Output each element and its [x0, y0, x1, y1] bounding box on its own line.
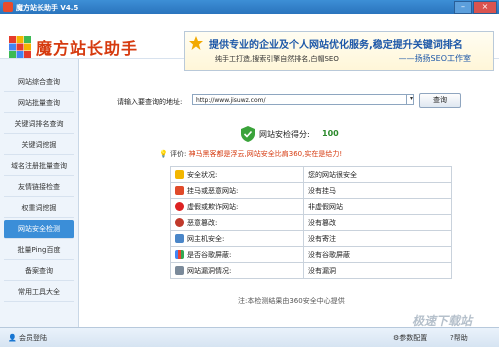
banner-headline: 提供专业的企业及个人网站优化服务,稳定提升关键词排名: [209, 40, 463, 51]
table-row: 网主机安全: 没有寄注: [170, 230, 452, 247]
score-label: 网站安检得分:: [259, 130, 310, 139]
query-button[interactable]: 查询: [419, 93, 461, 108]
sidebar-item-security-check[interactable]: 网站安全检测: [4, 220, 74, 239]
sidebar-item-site-overview[interactable]: 网站综合查询: [4, 73, 74, 92]
row-value-cell: 没有篡改: [303, 214, 452, 231]
row-name: 安全状况:: [187, 170, 218, 179]
bulb-icon: [175, 170, 184, 179]
member-login-label: 会员登陆: [18, 334, 47, 342]
google-icon: [175, 250, 184, 259]
url-input[interactable]: http://www.jisuwz.com/: [192, 94, 414, 105]
bug-icon: [175, 266, 184, 275]
row-value-cell: 没有寄注: [303, 230, 452, 247]
window-title: 魔方站长助手 V4.5: [16, 4, 79, 12]
row-name-cell: 网主机安全:: [170, 230, 304, 247]
sidebar-item-batch-query[interactable]: 网站批量查询: [4, 94, 74, 113]
url-label: 请输入要查询的地址:: [117, 98, 183, 106]
status-bar: 👤 会员登陆 ⚙参数配置 ?帮助: [0, 327, 499, 347]
server-icon: [175, 234, 184, 243]
sidebar-item-friend-links[interactable]: 友情链接检查: [4, 178, 74, 197]
sidebar-item-domain-query[interactable]: 域名注册批量查询: [4, 157, 74, 176]
row-value-cell: 没有漏洞: [303, 262, 452, 279]
sidebar-item-keyword-mining[interactable]: 关键词挖掘: [4, 136, 74, 155]
row-name-cell: 安全状况:: [170, 166, 304, 183]
row-name: 恶意篡改:: [187, 218, 218, 227]
table-row: 安全状况: 您的网站很安全: [170, 166, 452, 183]
result-note: 注:本检测结果由360安全中心提供: [238, 297, 345, 305]
table-row: 挂马或恶意网站: 没有挂马: [170, 182, 452, 199]
sidebar-item-keyword-rank[interactable]: 关键词排名查询: [4, 115, 74, 134]
help-label: 帮助: [453, 334, 468, 342]
ad-banner[interactable]: 提供专业的企业及个人网站优化服务,稳定提升关键词排名 纯手工打造,搜索引擎自然排…: [184, 31, 494, 71]
row-value-cell: 没有谷歌屏蔽: [303, 246, 452, 263]
trojan-icon: [175, 186, 184, 195]
rubik-cube-logo-icon: [9, 36, 31, 58]
row-name-cell: 网站漏洞情况:: [170, 262, 304, 279]
window-controls: – ×: [454, 1, 497, 14]
lightbulb-icon: 💡: [159, 150, 168, 158]
evaluation-value: 神马黑客都是浮云,网站安全比肩360,实在是给力!: [188, 150, 343, 158]
settings-link[interactable]: ⚙参数配置: [393, 333, 427, 343]
stop-icon: [175, 218, 184, 227]
sidebar-item-ping-baidu[interactable]: 批量Ping百度: [4, 241, 74, 260]
help-link[interactable]: ?帮助: [450, 333, 468, 343]
shield-check-icon: [241, 126, 255, 142]
row-name: 挂马或恶意网站:: [187, 186, 239, 195]
row-name-cell: 虚假或欺诈网站:: [170, 198, 304, 215]
row-value-cell: 没有挂马: [303, 182, 452, 199]
row-name: 网站漏洞情况:: [187, 266, 232, 275]
sidebar-item-icp-query[interactable]: 备案查询: [4, 262, 74, 281]
row-name-cell: 是否谷歌屏蔽:: [170, 246, 304, 263]
app-icon: [3, 2, 13, 12]
score-value: 100: [322, 129, 339, 138]
evaluation: 💡 评价: 神马黑客都是浮云,网站安全比肩360,实在是给力!: [159, 149, 342, 159]
sidebar-item-tools[interactable]: 常用工具大全: [4, 283, 74, 302]
settings-label: 参数配置: [399, 334, 428, 342]
sidebar-item-weight-words[interactable]: 权重词挖掘: [4, 199, 74, 218]
star-icon: [189, 36, 203, 50]
app-logo-text: 魔方站长助手: [36, 39, 139, 58]
row-name-cell: 恶意篡改:: [170, 214, 304, 231]
row-value-cell: 您的网站很安全: [303, 166, 452, 183]
security-results-table: 安全状况: 您的网站很安全 挂马或恶意网站: 没有挂马 虚假或欺诈网站: 非虚假…: [170, 166, 452, 279]
sidebar-nav: 网站综合查询 网站批量查询 关键词排名查询 关键词挖掘 域名注册批量查询 友情链…: [0, 59, 79, 327]
title-bar: 魔方站长助手 V4.5 – ×: [0, 0, 499, 14]
row-name: 网主机安全:: [187, 234, 225, 243]
table-row: 网站漏洞情况: 没有漏洞: [170, 262, 452, 279]
row-name: 虚假或欺诈网站:: [187, 202, 239, 211]
prohibited-icon: [175, 202, 184, 211]
user-icon: 👤: [8, 334, 17, 342]
table-row: 是否谷歌屏蔽: 没有谷歌屏蔽: [170, 246, 452, 263]
banner-studio: ——扬扬SEO工作室: [398, 54, 471, 63]
minimize-button[interactable]: –: [454, 1, 472, 14]
row-value-cell: 非虚假网站: [303, 198, 452, 215]
row-name-cell: 挂马或恶意网站:: [170, 182, 304, 199]
header: 魔方站长助手 提供专业的企业及个人网站优化服务,稳定提升关键词排名 纯手工打造,…: [0, 14, 499, 71]
evaluation-key: 评价:: [169, 150, 187, 158]
table-row: 虚假或欺诈网站: 非虚假网站: [170, 198, 452, 215]
row-name: 是否谷歌屏蔽:: [187, 250, 232, 259]
banner-subline: 纯手工打造,搜索引擎自然排名,白帽SEO: [215, 55, 339, 63]
table-row: 恶意篡改: 没有篡改: [170, 214, 452, 231]
chevron-down-icon[interactable]: ▾: [406, 94, 416, 105]
member-login-link[interactable]: 👤 会员登陆: [8, 333, 47, 343]
close-button[interactable]: ×: [473, 1, 497, 14]
